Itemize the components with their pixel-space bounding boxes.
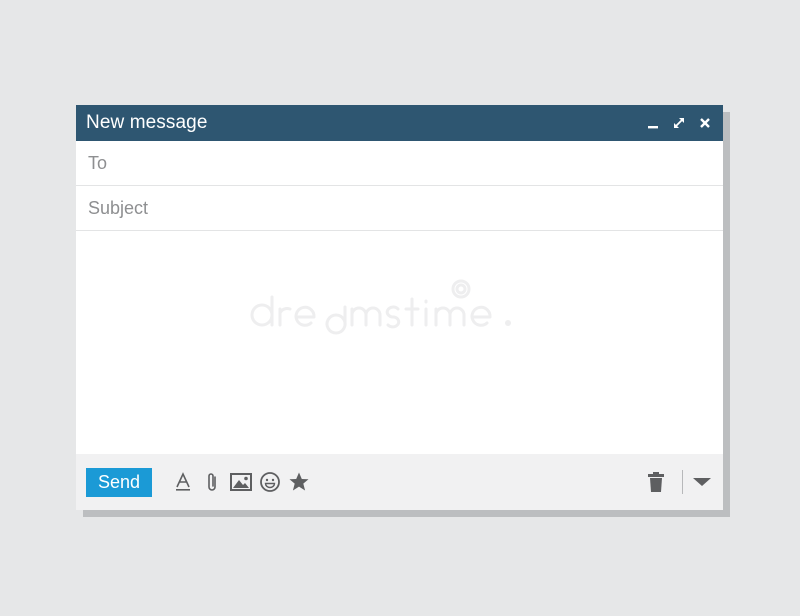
- subject-field-row: [76, 186, 723, 231]
- insert-image-button[interactable]: [230, 470, 252, 494]
- compose-window: New message To Subject Send: [76, 105, 723, 510]
- emoji-icon: [260, 472, 280, 492]
- attach-button[interactable]: [201, 470, 223, 494]
- to-input[interactable]: [86, 151, 690, 175]
- send-button[interactable]: Send: [86, 467, 152, 497]
- chevron-down-icon: [693, 478, 711, 486]
- message-body-input[interactable]: [76, 231, 723, 453]
- stage: New message To Subject Send: [0, 0, 800, 616]
- close-button[interactable]: [696, 115, 713, 132]
- text-format-button[interactable]: [172, 470, 194, 494]
- emoji-button[interactable]: [259, 470, 281, 494]
- star-icon: [289, 472, 309, 491]
- more-options-button[interactable]: [691, 470, 713, 494]
- window-title: New message: [86, 112, 208, 133]
- image-icon: [230, 473, 252, 491]
- to-field-row: [76, 141, 723, 186]
- close-icon: [699, 118, 710, 128]
- toolbar-divider: [682, 470, 683, 494]
- compose-toolbar: Send: [76, 454, 723, 510]
- delete-button[interactable]: [645, 470, 667, 494]
- message-body: [76, 231, 723, 453]
- star-button[interactable]: [288, 470, 310, 494]
- expand-icon: [673, 118, 684, 128]
- subject-input[interactable]: [86, 196, 690, 220]
- minimize-icon: [647, 126, 658, 129]
- text-format-icon: [176, 472, 190, 491]
- title-bar: New message: [76, 105, 723, 141]
- attachment-icon: [208, 473, 216, 491]
- trash-icon: [648, 472, 664, 492]
- expand-button[interactable]: [670, 115, 687, 132]
- window-controls: [644, 115, 713, 132]
- minimize-button[interactable]: [644, 115, 661, 132]
